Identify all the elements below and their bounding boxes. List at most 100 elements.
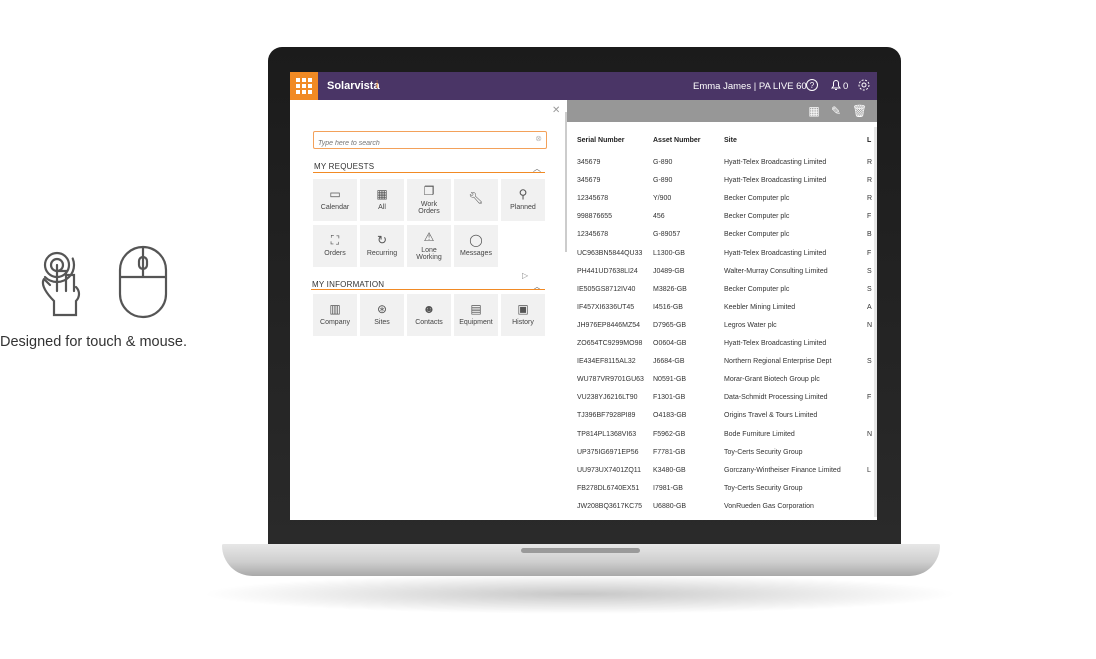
table-cell[interactable]: R	[867, 195, 872, 202]
table-scrollbar[interactable]	[874, 127, 877, 517]
table-cell[interactable]: O4183-GB	[653, 412, 686, 419]
tile-recurring[interactable]: ↻ Recurring	[360, 225, 404, 267]
column-header-asset-number[interactable]: Asset Number	[653, 137, 700, 144]
table-cell[interactable]: 998876655	[577, 213, 612, 220]
table-cell[interactable]: F5962-GB	[653, 431, 685, 438]
table-cell[interactable]: UP375IG6971EP56	[577, 449, 639, 456]
table-cell[interactable]: Hyatt-Telex Broadcasting Limited	[724, 250, 826, 257]
table-cell[interactable]: PH441UD7638LI24	[577, 268, 638, 275]
search-input[interactable]	[314, 136, 528, 151]
table-cell[interactable]: Hyatt-Telex Broadcasting Limited	[724, 177, 826, 184]
tile-lone-working[interactable]: ⚠︎ Lone Working	[407, 225, 451, 267]
help-icon[interactable]: ?	[805, 78, 819, 92]
table-cell[interactable]: Hyatt-Telex Broadcasting Limited	[724, 340, 826, 347]
table-cell[interactable]: F7781-GB	[653, 449, 685, 456]
table-cell[interactable]: A	[867, 304, 872, 311]
table-cell[interactable]: Origins Travel & Tours Limited	[724, 412, 817, 419]
tile-contacts[interactable]: ☻ Contacts	[407, 294, 451, 336]
table-cell[interactable]: Gorczany-Wintheiser Finance Limited	[724, 467, 841, 474]
table-cell[interactable]: B	[867, 231, 872, 238]
table-cell[interactable]: VU238YJ6216LT90	[577, 394, 638, 401]
user-label[interactable]: Emma James | PA LIVE 60	[693, 81, 807, 92]
tile-orders[interactable]: ⛶ Orders	[313, 225, 357, 267]
table-cell[interactable]: F1301-GB	[653, 394, 685, 401]
table-cell[interactable]: N	[867, 322, 872, 329]
table-cell[interactable]: Becker Computer plc	[724, 213, 789, 220]
table-cell[interactable]: F	[867, 213, 871, 220]
table-cell[interactable]: G-890	[653, 159, 672, 166]
table-cell[interactable]: 456	[653, 213, 665, 220]
table-cell[interactable]: J0489-GB	[653, 268, 685, 275]
table-cell[interactable]: Toy-Certs Security Group	[724, 449, 803, 456]
tile-equipment[interactable]: ▤ Equipment	[454, 294, 498, 336]
table-cell[interactable]: TJ396BF7928PI89	[577, 412, 635, 419]
table-cell[interactable]: Toy-Certs Security Group	[724, 485, 803, 492]
table-cell[interactable]: L	[867, 467, 871, 474]
clear-search-icon[interactable]: ⊗	[535, 134, 542, 143]
table-cell[interactable]: I7981-GB	[653, 485, 683, 492]
bell-icon[interactable]	[829, 78, 843, 92]
table-cell[interactable]: G-89057	[653, 231, 680, 238]
table-cell[interactable]: Bode Furniture Limited	[724, 431, 795, 438]
edit-icon[interactable]: ✎	[829, 103, 843, 119]
table-cell[interactable]: JW208BQ3617KC75	[577, 503, 642, 510]
delete-icon[interactable]: 🗑︎	[852, 103, 867, 119]
tile-history[interactable]: ▣ History	[501, 294, 545, 336]
table-cell[interactable]: Northern Regional Enterprise Dept	[724, 358, 831, 365]
column-header-serial-number[interactable]: Serial Number	[577, 137, 624, 144]
table-cell[interactable]: Becker Computer plc	[724, 195, 789, 202]
table-cell[interactable]: IE434EF8115AL32	[577, 358, 636, 365]
table-cell[interactable]: S	[867, 268, 872, 275]
table-cell[interactable]: 12345678	[577, 231, 608, 238]
table-cell[interactable]: S	[867, 286, 872, 293]
table-cell[interactable]: Becker Computer plc	[724, 231, 789, 238]
app-launcher-button[interactable]	[290, 72, 318, 100]
collapse-information-icon[interactable]: ︿	[533, 281, 541, 292]
table-cell[interactable]: 345679	[577, 177, 600, 184]
table-cell[interactable]: UC963BN5844QU33	[577, 250, 642, 257]
table-cell[interactable]: S	[867, 358, 872, 365]
table-cell[interactable]: F	[867, 250, 871, 257]
tile-messages[interactable]: ◯ Messages	[454, 225, 498, 267]
table-cell[interactable]: ZO654TC9299MO98	[577, 340, 642, 347]
table-cell[interactable]: Hyatt-Telex Broadcasting Limited	[724, 159, 826, 166]
table-cell[interactable]: G-890	[653, 177, 672, 184]
table-cell[interactable]: IE505GS8712IV40	[577, 286, 635, 293]
column-header-extra[interactable]: L	[867, 137, 871, 144]
table-cell[interactable]: K3480-GB	[653, 467, 686, 474]
column-header-site[interactable]: Site	[724, 137, 737, 144]
tile-sites[interactable]: ⊛ Sites	[360, 294, 404, 336]
table-cell[interactable]: 12345678	[577, 195, 608, 202]
tile-planned[interactable]: ⚲ Planned	[501, 179, 545, 221]
gear-icon[interactable]	[857, 78, 871, 92]
tile-work-orders[interactable]: ❐ Work Orders	[407, 179, 451, 221]
table-cell[interactable]: 345679	[577, 159, 600, 166]
close-icon[interactable]: ✕	[552, 105, 560, 116]
tile-company[interactable]: ▥ Company	[313, 294, 357, 336]
table-cell[interactable]: Becker Computer plc	[724, 286, 789, 293]
table-cell[interactable]: Keebler Mining Limited	[724, 304, 795, 311]
table-cell[interactable]: L1300-GB	[653, 250, 685, 257]
table-cell[interactable]: R	[867, 159, 872, 166]
table-cell[interactable]: I4516-GB	[653, 304, 683, 311]
table-cell[interactable]: WU787VR9701GU63	[577, 376, 644, 383]
table-cell[interactable]: O0604-GB	[653, 340, 686, 347]
table-cell[interactable]: UU973UX7401ZQ11	[577, 467, 641, 474]
table-cell[interactable]: FB278DL6740EX51	[577, 485, 639, 492]
table-cell[interactable]: TP814PL1368VI63	[577, 431, 636, 438]
table-cell[interactable]: D7965-GB	[653, 322, 686, 329]
table-cell[interactable]: R	[867, 177, 872, 184]
tile-all[interactable]: ▦ All	[360, 179, 404, 221]
table-cell[interactable]: F	[867, 394, 871, 401]
table-cell[interactable]: J6684-GB	[653, 358, 685, 365]
table-cell[interactable]: Y/900	[653, 195, 671, 202]
tile-tools[interactable]: 🔧︎	[454, 179, 498, 221]
grid-view-icon[interactable]: ▦	[807, 103, 821, 119]
table-cell[interactable]: U6880-GB	[653, 503, 686, 510]
table-cell[interactable]: JH976EP8446MZ54	[577, 322, 640, 329]
search-box[interactable]: ⊗	[313, 131, 547, 151]
table-cell[interactable]: IF457XI6336UT45	[577, 304, 634, 311]
table-cell[interactable]: N0591-GB	[653, 376, 686, 383]
table-cell[interactable]: VonRueden Gas Corporation	[724, 503, 814, 510]
table-cell[interactable]: Data-Schmidt Processing Limited	[724, 394, 828, 401]
